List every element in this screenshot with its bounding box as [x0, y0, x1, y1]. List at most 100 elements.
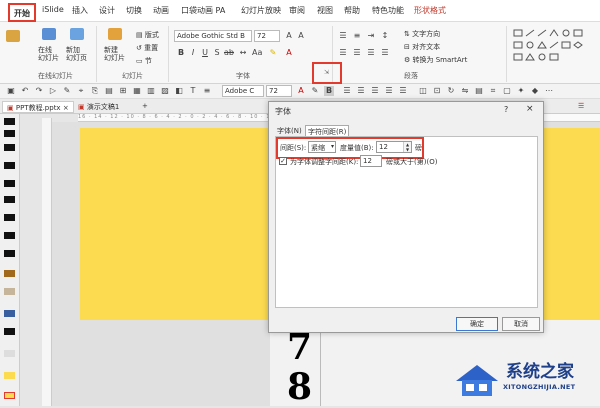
qa-rotate-icon[interactable]: ↻ — [446, 86, 456, 96]
align-right-icon[interactable]: ☰ — [366, 48, 376, 58]
qa-highlight-icon[interactable]: ✎ — [310, 86, 320, 96]
tab-insert[interactable]: 插入 — [72, 5, 88, 16]
smartart-button[interactable]: ⚙ 转换为 SmartArt — [404, 55, 467, 65]
bold-icon[interactable]: B — [176, 48, 186, 58]
text-direction-button[interactable]: ⇅ 文字方向 — [404, 29, 440, 39]
slide-thumbnail[interactable] — [4, 310, 15, 317]
qa-layers-icon[interactable]: ◫ — [418, 86, 428, 96]
redo-icon[interactable]: ↷ — [34, 86, 44, 96]
draw-icon[interactable]: ✎ — [62, 86, 72, 96]
reset-button[interactable]: ↺ 重置 — [136, 43, 158, 53]
slide-thumbnail[interactable] — [4, 130, 15, 137]
font-color-icon[interactable]: A — [284, 48, 294, 58]
bullets-icon[interactable]: ☰ — [338, 31, 348, 41]
underline-icon[interactable]: U — [200, 48, 210, 58]
change-case-icon[interactable]: Aa — [252, 48, 262, 58]
list-icon[interactable]: ≡ — [202, 86, 212, 96]
present-icon[interactable]: ▷ — [48, 86, 58, 96]
pin-icon[interactable]: ⌖ — [76, 86, 86, 96]
undo-icon[interactable]: ↶ — [20, 86, 30, 96]
tab-islide[interactable]: iSlide — [42, 5, 64, 14]
shrink-font-icon[interactable]: A — [296, 31, 306, 41]
qa-group-icon[interactable]: ⊡ — [432, 86, 442, 96]
qa-outline-icon[interactable]: ▢ — [502, 86, 512, 96]
ok-button[interactable]: 确定 — [456, 317, 498, 331]
new-slide-icon[interactable] — [108, 28, 122, 40]
slide-thumbnail[interactable] — [4, 144, 15, 151]
shapes-gallery[interactable] — [512, 28, 596, 68]
tab-design[interactable]: 设计 — [99, 5, 115, 16]
slide-thumbnail[interactable] — [4, 118, 15, 125]
spacing-icon[interactable]: ↔ — [238, 48, 248, 58]
slide-thumbnail[interactable] — [4, 214, 15, 221]
qa-font-combo[interactable]: Adobe C — [222, 85, 264, 97]
grow-font-icon[interactable]: A — [284, 31, 294, 41]
new-slide-button[interactable]: 新建 幻灯片 — [104, 46, 125, 62]
align-center-icon[interactable]: ☰ — [352, 48, 362, 58]
qa-align-left-icon[interactable]: ☰ — [342, 86, 352, 96]
align-left-icon[interactable]: ☰ — [338, 48, 348, 58]
tab-menu-icon[interactable]: ☰ — [574, 101, 588, 113]
online-slides-button[interactable]: 在线 幻灯片 — [38, 46, 59, 62]
slide-thumbnail[interactable] — [4, 350, 15, 357]
slide-thumbnail[interactable] — [4, 250, 15, 257]
qa-more-icon[interactable]: ⋯ — [544, 86, 554, 96]
qa-effects-icon[interactable]: ✦ — [516, 86, 526, 96]
doc-tab-presentation1[interactable]: ▣ 演示文稿1 — [74, 101, 123, 113]
section-button[interactable]: ▭ 节 — [136, 56, 152, 66]
qa-justify-icon[interactable]: ☰ — [384, 86, 394, 96]
cancel-button[interactable]: 取消 — [502, 317, 540, 331]
slide-thumbnail[interactable] — [4, 232, 15, 239]
font-size-combo[interactable]: 72 — [254, 30, 280, 42]
tab-help[interactable]: 帮助 — [344, 5, 360, 16]
qa-font-color-icon[interactable]: A — [296, 86, 306, 96]
qa-align-center-icon[interactable]: ☰ — [356, 86, 366, 96]
slide-thumbnail-selected[interactable] — [4, 392, 15, 399]
kerning-spinner[interactable]: 12 — [360, 155, 382, 167]
slide-thumbnail[interactable] — [4, 162, 15, 169]
tab-view[interactable]: 视图 — [317, 5, 333, 16]
dialog-launcher-icon[interactable]: ⇲ — [324, 69, 329, 76]
doc-tab-ppt-tutorial[interactable]: ▣ PPT教程.pptx × — [2, 101, 74, 113]
qa-arrange-icon[interactable]: ▤ — [474, 86, 484, 96]
chart-icon[interactable]: ▥ — [146, 86, 156, 96]
align-text-button[interactable]: ⊟ 对齐文本 — [404, 42, 440, 52]
close-icon[interactable]: × — [63, 104, 69, 112]
line-spacing-icon[interactable]: ↕ — [380, 31, 390, 41]
tab-slideshow[interactable]: 幻灯片放映 — [241, 5, 281, 16]
tab-shape-format[interactable]: 形状格式 — [414, 5, 446, 16]
shadow-icon[interactable]: S — [212, 48, 222, 58]
kerning-checkbox[interactable]: ✓ — [279, 157, 287, 165]
tab-transitions[interactable]: 切换 — [126, 5, 142, 16]
slide-thumbnail[interactable] — [4, 270, 15, 277]
strikethrough-icon[interactable]: ab — [224, 48, 234, 58]
justify-icon[interactable]: ☰ — [380, 48, 390, 58]
qa-distribute-icon[interactable]: ☰ — [398, 86, 408, 96]
indent-icon[interactable]: ⇥ — [366, 31, 376, 41]
highlight-icon[interactable]: ✎ — [268, 48, 278, 58]
slide-thumbnail[interactable] — [4, 196, 15, 203]
text-icon[interactable]: T — [188, 86, 198, 96]
help-icon[interactable]: ? — [504, 105, 508, 114]
grid-icon[interactable]: ⊞ — [118, 86, 128, 96]
font-name-combo[interactable]: Adobe Gothic Std B — [174, 30, 252, 42]
numbering-icon[interactable]: ≡ — [352, 31, 362, 41]
qa-size-combo[interactable]: 72 — [266, 85, 292, 97]
qa-crop-icon[interactable]: ⌗ — [488, 86, 498, 96]
copy-icon[interactable]: ⎘ — [90, 86, 100, 96]
italic-icon[interactable]: I — [188, 48, 198, 58]
tab-pocket-animation[interactable]: 口袋动画 PA — [181, 5, 225, 16]
qa-align-right-icon[interactable]: ☰ — [370, 86, 380, 96]
tab-features[interactable]: 特色功能 — [372, 5, 404, 16]
online-slides-icon[interactable] — [42, 28, 56, 40]
clipboard-icon[interactable] — [6, 30, 20, 42]
tab-animations[interactable]: 动画 — [153, 5, 169, 16]
image-icon[interactable]: ▨ — [160, 86, 170, 96]
tab-home[interactable]: 开始 — [8, 3, 36, 22]
new-page-button[interactable]: 新加 幻灯页 — [66, 46, 87, 62]
new-page-icon[interactable] — [70, 28, 84, 40]
tab-review[interactable]: 审阅 — [289, 5, 305, 16]
slide-thumbnail[interactable] — [4, 372, 15, 379]
qa-flip-icon[interactable]: ⇋ — [460, 86, 470, 96]
new-tab-button[interactable]: + — [138, 101, 152, 113]
